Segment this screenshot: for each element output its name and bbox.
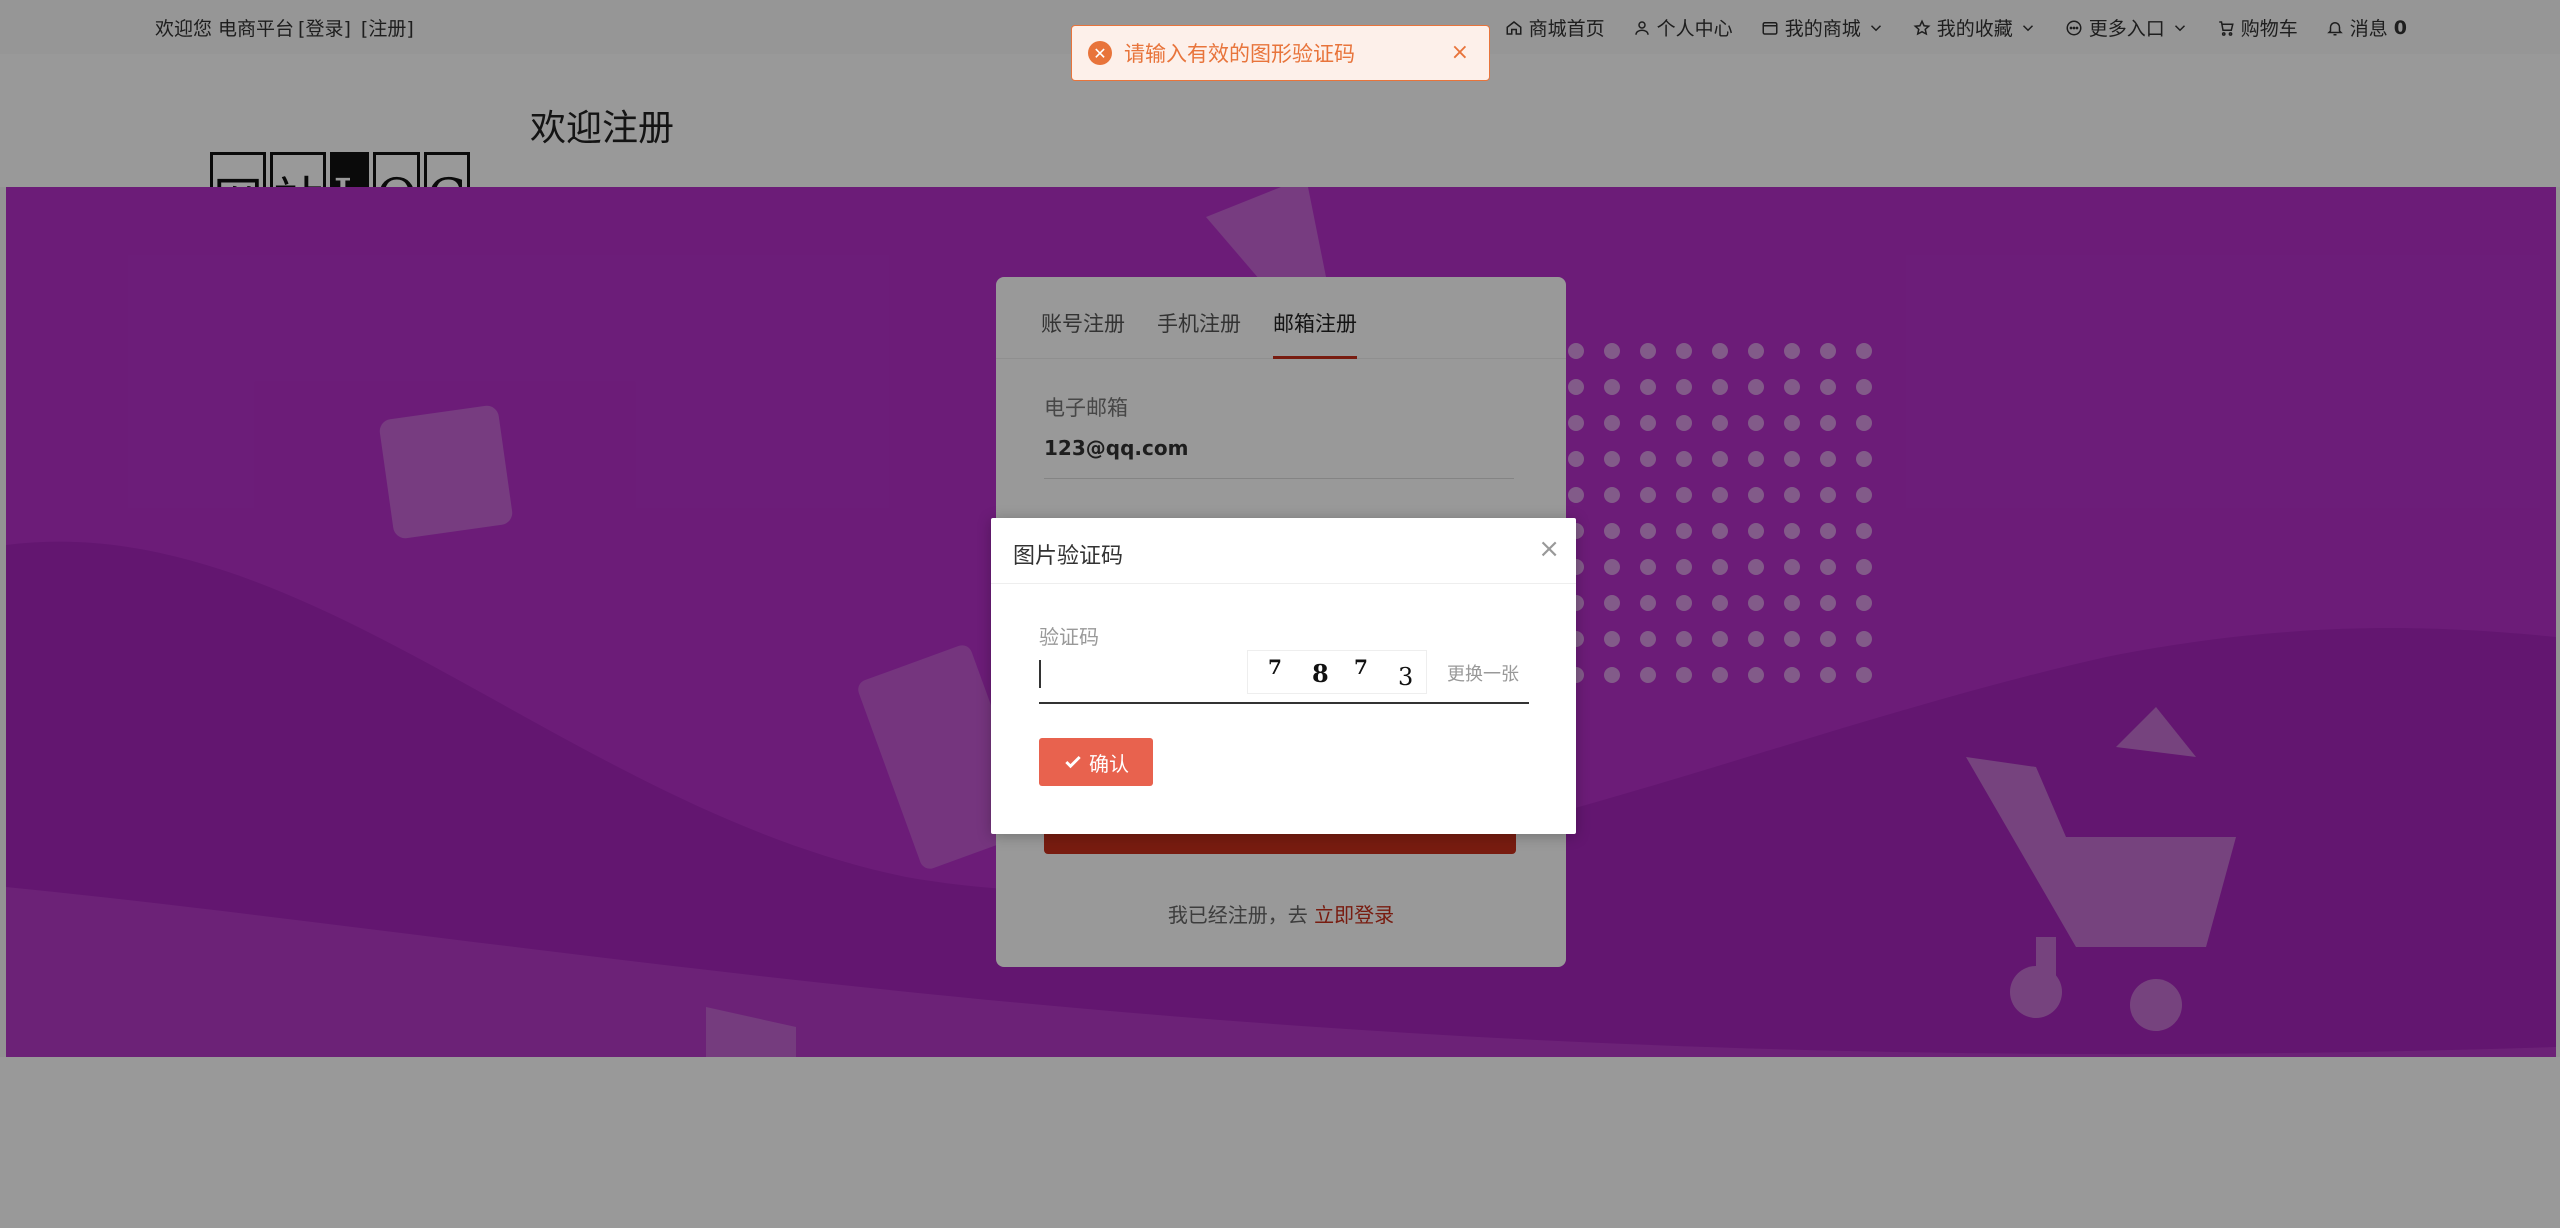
- close-icon[interactable]: ×: [1451, 40, 1469, 65]
- error-icon: ✕: [1088, 41, 1112, 65]
- modal-title: 图片验证码: [991, 518, 1576, 584]
- captcha-input[interactable]: [1039, 660, 1041, 688]
- close-icon[interactable]: ×: [1538, 534, 1560, 564]
- captcha-char: 3: [1398, 663, 1414, 691]
- change-captcha-button[interactable]: 更换一张: [1447, 660, 1519, 686]
- captcha-char: 7: [1268, 655, 1282, 679]
- captcha-modal: 图片验证码 × 验证码 7 8 7 3 更换一张 确认: [991, 518, 1576, 834]
- captcha-char: 8: [1312, 659, 1329, 688]
- confirm-label: 确认: [1089, 751, 1129, 776]
- captcha-char: 7: [1354, 655, 1368, 679]
- captcha-label: 验证码: [1039, 625, 1099, 649]
- confirm-button[interactable]: 确认: [1039, 738, 1153, 786]
- toast-message: 请输入有效的图形验证码: [1124, 42, 1355, 66]
- check-icon: [1065, 755, 1081, 769]
- captcha-input-row: 7 8 7 3 更换一张: [1039, 648, 1529, 704]
- captcha-image[interactable]: 7 8 7 3: [1247, 650, 1427, 694]
- error-toast: ✕ 请输入有效的图形验证码 ×: [1071, 25, 1490, 81]
